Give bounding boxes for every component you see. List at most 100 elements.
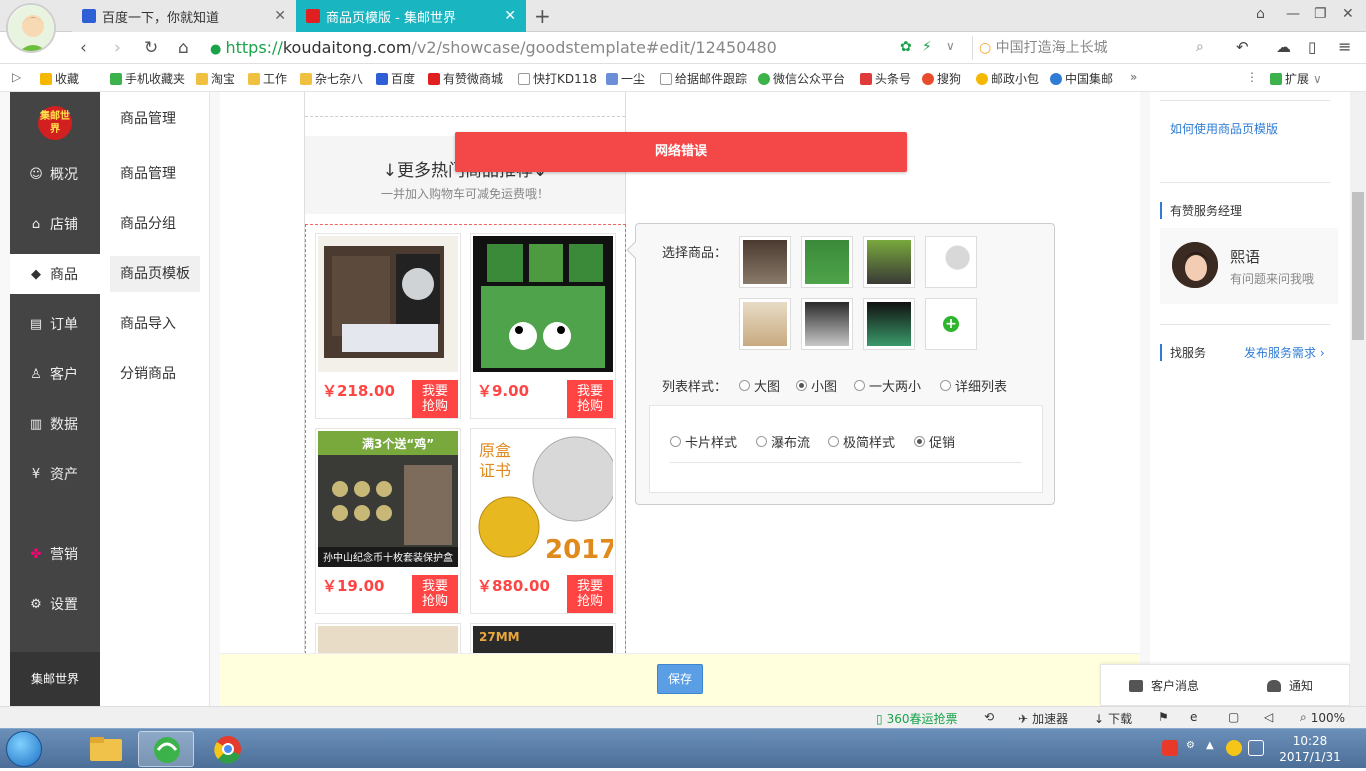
bookmark-item[interactable]: 淘宝 [196, 70, 235, 87]
ie-icon[interactable]: e [1190, 710, 1197, 724]
buy-now-button[interactable]: 我要 抢购 [412, 575, 458, 613]
notifications-button[interactable]: 通知 [1267, 677, 1313, 694]
ime-settings-icon[interactable]: ⚙ [1186, 740, 1202, 756]
cloud-icon[interactable]: ☁ [1276, 38, 1291, 56]
sidebar-item-customers[interactable]: ♙ 客户 [10, 354, 100, 394]
zoom-control[interactable]: ⌕ 100% [1300, 710, 1345, 725]
product-card[interactable]: 原盒 证书 2017 ￥880.00 我要 抢购 [470, 428, 616, 614]
minimize-icon[interactable]: — [1286, 6, 1300, 22]
tray-app-icon[interactable] [1226, 740, 1242, 756]
ticket-button[interactable]: ▯ 360春运抢票 [876, 710, 958, 727]
close-tab-icon[interactable]: ✕ [274, 8, 286, 24]
home-icon[interactable]: ⌂ [178, 38, 189, 58]
url-field[interactable]: ● https://koudaitong.com/v2/showcase/goo… [210, 36, 970, 60]
buy-now-button[interactable]: 我要 抢购 [412, 380, 458, 418]
bookmark-item[interactable]: 一尘 [606, 70, 645, 87]
post-demand-link[interactable]: 发布服务需求 › [1244, 344, 1325, 361]
bookmark-item[interactable]: 邮政小包 [976, 70, 1039, 87]
reload-icon[interactable]: ↻ [144, 38, 158, 58]
sidebar-toggle-icon[interactable]: ▷ [12, 70, 21, 84]
selected-product-thumb[interactable] [801, 236, 853, 288]
sidebar-item-settings[interactable]: ⚙ 设置 [10, 584, 100, 624]
system-clock[interactable]: 10:28 2017/1/31 [1268, 733, 1352, 765]
chevron-down-icon[interactable]: ∨ [946, 39, 955, 53]
subnav-item-distribution[interactable]: 分销商品 [110, 356, 200, 392]
shield-icon[interactable]: ✿ [900, 39, 912, 55]
list-style-onebig-radio[interactable]: 一大两小 [854, 376, 921, 395]
sidebar-item-orders[interactable]: ▤ 订单 [10, 304, 100, 344]
bookmark-item[interactable]: 收藏 [40, 70, 79, 87]
subnav-item-goods-template[interactable]: 商品页模板 [110, 256, 200, 292]
history-icon[interactable]: ⟲ [984, 710, 994, 724]
forward-icon[interactable]: › [114, 38, 121, 58]
sidebar-item-assets[interactable]: ¥ 资产 [10, 454, 100, 494]
subnav-item-goods-group[interactable]: 商品分组 [110, 206, 200, 242]
bookmark-item[interactable]: 快打KD118 [518, 70, 597, 87]
sidebar-item-goods[interactable]: ◆ 商品 [10, 254, 100, 294]
selected-product-thumb[interactable] [739, 236, 791, 288]
card-style-promo-radio[interactable]: 促销 [914, 432, 955, 451]
subnav-item-goods-manage[interactable]: 商品管理 [110, 156, 200, 192]
bookmark-item[interactable]: 杂七杂八 [300, 70, 363, 87]
card-style-minimal-radio[interactable]: 极简样式 [828, 432, 895, 451]
list-style-large-radio[interactable]: 大图 [739, 376, 780, 395]
browser-360-taskbar-icon[interactable] [138, 731, 194, 767]
bookmark-item[interactable]: 给据邮件跟踪 [660, 70, 747, 87]
list-style-detail-radio[interactable]: 详细列表 [940, 376, 1007, 395]
lightning-icon[interactable]: ⚡ [922, 39, 932, 55]
card-style-card-radio[interactable]: 卡片样式 [670, 432, 737, 451]
customer-messages-button[interactable]: 客户消息 [1129, 677, 1199, 694]
selected-product-thumb[interactable] [925, 236, 977, 288]
goods-list-preview[interactable]: ￥218.00 我要 抢购 ￥9.00 我要 抢购 满3个送“鸡” 孙中山纪念币… [305, 224, 626, 664]
sidebar-item-marketing[interactable]: ✤ 营销 [10, 534, 100, 574]
bookmark-item[interactable]: 有赞微商城 [428, 70, 503, 87]
sogou-ime-icon[interactable] [1162, 740, 1178, 756]
add-product-button[interactable]: + [925, 298, 977, 350]
extensions-button[interactable]: 扩展 ∨ [1270, 70, 1322, 87]
bookmark-item[interactable]: 百度 [376, 70, 415, 87]
new-tab-icon[interactable]: + [534, 4, 551, 28]
shop-name-footer[interactable]: 集邮世界 [10, 652, 100, 706]
bookmark-item[interactable]: 微信公众平台 [758, 70, 845, 87]
flag-icon[interactable]: ⚑ [1158, 710, 1169, 724]
explorer-taskbar-icon[interactable] [78, 731, 134, 767]
download-button[interactable]: ↓ 下载 [1094, 710, 1132, 727]
search-icon[interactable]: ⌕ [1196, 39, 1204, 55]
bookmark-item[interactable]: 头条号 [860, 70, 911, 87]
speaker-icon[interactable]: ◁ [1264, 710, 1273, 724]
save-button[interactable]: 保存 [657, 664, 703, 694]
tab-goods-template[interactable]: 商品页模版 - 集邮世界 ✕ [296, 0, 526, 32]
back-icon[interactable]: ‹ [80, 38, 87, 58]
sidebar-item-data[interactable]: ▥ 数据 [10, 404, 100, 444]
user-avatar[interactable] [6, 3, 56, 53]
start-button[interactable] [6, 731, 42, 767]
service-manager-card[interactable]: 熙语 有问题来问我哦 [1160, 228, 1338, 304]
selected-product-thumb[interactable] [863, 236, 915, 288]
more-vertical-icon[interactable]: ⋮ [1246, 70, 1258, 84]
restore-icon[interactable]: ❐ [1314, 6, 1327, 22]
selected-product-thumb[interactable] [863, 298, 915, 350]
close-tab-icon[interactable]: ✕ [504, 8, 516, 24]
list-style-small-radio[interactable]: 小图 [796, 376, 837, 395]
buy-now-button[interactable]: 我要 抢购 [567, 380, 613, 418]
shop-logo[interactable]: 集邮世界 [38, 106, 72, 140]
card-style-waterfall-radio[interactable]: 瀑布流 [756, 432, 810, 451]
more-bookmarks-icon[interactable]: » [1130, 70, 1137, 84]
scrollbar-thumb[interactable] [1352, 192, 1364, 340]
page-scrollbar[interactable] [1350, 92, 1366, 706]
buy-now-button[interactable]: 我要 抢购 [567, 575, 613, 613]
product-card[interactable]: ￥218.00 我要 抢购 [315, 233, 461, 419]
selected-product-thumb[interactable] [801, 298, 853, 350]
product-card[interactable]: 满3个送“鸡” 孙中山纪念币十枚套装保护盒 ￥19.00 我要 抢购 [315, 428, 461, 614]
sidebar-item-store[interactable]: ⌂ 店铺 [10, 204, 100, 244]
search-input[interactable]: ○ 中国打造海上长城 [972, 36, 1212, 60]
menu-icon[interactable]: ≡ [1338, 37, 1351, 56]
tray-expand-icon[interactable]: ▲ [1206, 740, 1222, 756]
chrome-taskbar-icon[interactable] [200, 731, 256, 767]
product-card[interactable]: ￥9.00 我要 抢购 [470, 233, 616, 419]
shirt-skin-icon[interactable]: ⌂ [1256, 6, 1265, 22]
bookmark-item[interactable]: 中国集邮 [1050, 70, 1113, 87]
window-icon[interactable]: ▢ [1228, 710, 1239, 724]
undo-icon[interactable]: ↶ [1236, 38, 1249, 56]
bookmark-item[interactable]: 工作 [248, 70, 287, 87]
